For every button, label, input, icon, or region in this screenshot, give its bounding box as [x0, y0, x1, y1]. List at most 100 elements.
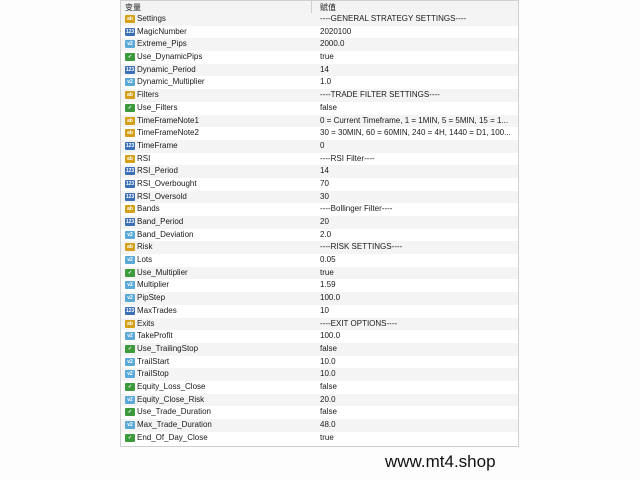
parameter-value[interactable]: false	[320, 406, 515, 419]
parameter-name: RSI	[137, 153, 151, 163]
table-row[interactable]: ab RSI ----RSI Filter----	[121, 153, 518, 166]
table-row[interactable]: v2 PipStep 100.0	[121, 292, 518, 305]
parameter-name: TrailStart	[137, 356, 170, 366]
table-row[interactable]: ✓ Use_Filters false	[121, 102, 518, 115]
parameter-name: Dynamic_Period	[137, 64, 196, 74]
int-icon: 123	[125, 218, 135, 226]
table-row[interactable]: v2 Multiplier 1.59	[121, 279, 518, 292]
ab-icon: ab	[125, 205, 135, 214]
parameter-value[interactable]: 10.0	[320, 356, 515, 369]
parameter-value[interactable]: false	[320, 343, 515, 356]
parameter-name: Band_Period	[137, 217, 184, 226]
table-row[interactable]: 123 Dynamic_Period 14	[121, 63, 518, 77]
table-row[interactable]: ab Exits ----EXIT OPTIONS----	[121, 317, 518, 331]
table-row[interactable]: ab Risk ----RISK SETTINGS----	[121, 241, 518, 255]
parameter-value[interactable]: ----RISK SETTINGS----	[320, 241, 515, 254]
table-row[interactable]: ✓ Equity_Loss_Close false	[121, 381, 518, 394]
parameter-value[interactable]: 0	[320, 140, 515, 153]
variable-column-header[interactable]: 变量	[125, 2, 141, 13]
table-row[interactable]: ✓ Use_Multiplier true	[121, 266, 518, 280]
parameter-value[interactable]: 10	[320, 305, 515, 318]
parameter-name: Settings	[137, 14, 166, 23]
parameter-value[interactable]: ----GENERAL STRATEGY SETTINGS----	[320, 13, 515, 26]
table-row[interactable]: v2 Equity_Close_Risk 20.0	[121, 393, 518, 407]
parameter-name: Dynamic_Multiplier	[137, 77, 205, 87]
table-row[interactable]: 123 Band_Period 20	[121, 216, 518, 229]
parameter-value[interactable]: true	[320, 267, 515, 280]
parameter-value[interactable]: 100.0	[320, 330, 515, 343]
parameter-name: TimeFrameNote2	[137, 128, 199, 138]
parameter-value[interactable]: 100.0	[320, 292, 515, 305]
parameter-value[interactable]: 20	[320, 216, 515, 229]
parameter-value[interactable]: true	[320, 51, 515, 64]
parameter-value[interactable]: ----TRADE FILTER SETTINGS----	[320, 89, 515, 102]
double-icon: v2	[125, 357, 135, 366]
parameter-value[interactable]: 14	[320, 165, 515, 178]
table-row[interactable]: v2 TrailStart 10.0	[121, 356, 518, 369]
value-column-header[interactable]: 赋值	[320, 2, 336, 13]
table-row[interactable]: 123 RSI_Period 14	[121, 165, 518, 178]
parameter-name: End_Of_Day_Close	[137, 432, 208, 442]
parameter-value[interactable]: 48.0	[320, 419, 515, 432]
table-row[interactable]: 123 RSI_Oversold 30	[121, 190, 518, 204]
parameter-name: Lots	[137, 255, 153, 265]
parameter-value[interactable]: 30	[320, 191, 515, 204]
ab-icon: ab	[125, 116, 135, 125]
parameter-value[interactable]: 1.0	[320, 76, 515, 89]
parameter-name: RSI_Period	[137, 166, 178, 176]
parameter-value[interactable]: 1.59	[320, 279, 515, 292]
parameter-value[interactable]: 0 = Current Timeframe, 1 = 1MIN, 5 = 5MI…	[320, 115, 515, 128]
table-row[interactable]: v2 Dynamic_Multiplier 1.0	[121, 76, 518, 89]
parameter-value[interactable]: 30 = 30MIN, 60 = 60MIN, 240 = 4H, 1440 =…	[320, 127, 515, 140]
table-row[interactable]: v2 Lots 0.05	[121, 254, 518, 267]
parameter-value[interactable]: ----RSI Filter----	[320, 153, 515, 166]
table-row[interactable]: ✓ Use_DynamicPips true	[121, 51, 518, 64]
parameter-value[interactable]: 10.0	[320, 368, 515, 381]
table-row[interactable]: v2 Band_Deviation 2.0	[121, 229, 518, 242]
parameter-value[interactable]: 2020100	[320, 26, 515, 39]
parameter-value[interactable]: ----EXIT OPTIONS----	[320, 318, 515, 331]
double-icon: v2	[125, 40, 135, 49]
inputs-table: 变量 赋值 ab Settings ----GENERAL STRATEGY SET…	[120, 0, 519, 447]
parameter-name: MagicNumber	[137, 26, 187, 36]
double-icon: v2	[125, 421, 135, 429]
parameter-name: TimeFrameNote1	[137, 115, 199, 125]
table-row[interactable]: ✓ End_Of_Day_Close true	[121, 432, 518, 445]
parameter-name: Max_Trade_Duration	[137, 420, 212, 429]
parameter-value[interactable]: true	[320, 432, 515, 445]
table-row[interactable]: ab TimeFrameNote1 0 = Current Timeframe, 1…	[121, 114, 518, 128]
int-icon: 123	[125, 27, 135, 36]
parameter-value[interactable]: 2000.0	[320, 38, 515, 51]
table-row[interactable]: 123 RSI_Overbought 70	[121, 178, 518, 191]
parameter-value[interactable]: 20.0	[320, 394, 515, 407]
parameter-value[interactable]: 14	[320, 64, 515, 77]
table-row[interactable]: ✓ Use_TrailingStop false	[121, 342, 518, 356]
column-divider[interactable]	[311, 1, 312, 13]
table-row[interactable]: ✓ Use_Trade_Duration false	[121, 406, 518, 419]
int-icon: 123	[125, 141, 135, 150]
table-row[interactable]: v2 TakeProfit 100.0	[121, 330, 518, 343]
double-icon: v2	[125, 332, 135, 341]
table-row[interactable]: ab Settings ----GENERAL STRATEGY SETTINGS-…	[121, 13, 518, 26]
table-row[interactable]: 123 MagicNumber 2020100	[121, 26, 518, 39]
ab-icon: ab	[125, 243, 135, 252]
parameter-value[interactable]: 0.05	[320, 254, 515, 267]
table-row[interactable]: 123 MaxTrades 10	[121, 305, 518, 318]
table-row[interactable]: ab Filters ----TRADE FILTER SETTINGS----	[121, 89, 518, 102]
parameter-name: RSI_Oversold	[137, 191, 187, 201]
parameter-value[interactable]: 70	[320, 178, 515, 191]
parameter-value[interactable]: ----Bollinger Filter----	[320, 203, 515, 216]
parameter-name: TakeProfit	[137, 331, 173, 341]
double-icon: v2	[125, 78, 135, 87]
parameter-value[interactable]: false	[320, 381, 515, 394]
table-row[interactable]: v2 Max_Trade_Duration 48.0	[121, 419, 518, 432]
ab-icon: ab	[125, 129, 135, 138]
table-row[interactable]: ab TimeFrameNote2 30 = 30MIN, 60 = 60MIN, …	[121, 127, 518, 140]
parameter-value[interactable]: false	[320, 102, 515, 115]
table-row[interactable]: ab Bands ----Bollinger Filter----	[121, 203, 518, 216]
table-row[interactable]: v2 Extreme_Pips 2000.0	[121, 38, 518, 52]
parameter-value[interactable]: 2.0	[320, 229, 515, 242]
bool-icon: ✓	[125, 433, 135, 442]
table-row[interactable]: 123 TimeFrame 0	[121, 139, 518, 153]
table-row[interactable]: v2 TrailStop 10.0	[121, 368, 518, 381]
